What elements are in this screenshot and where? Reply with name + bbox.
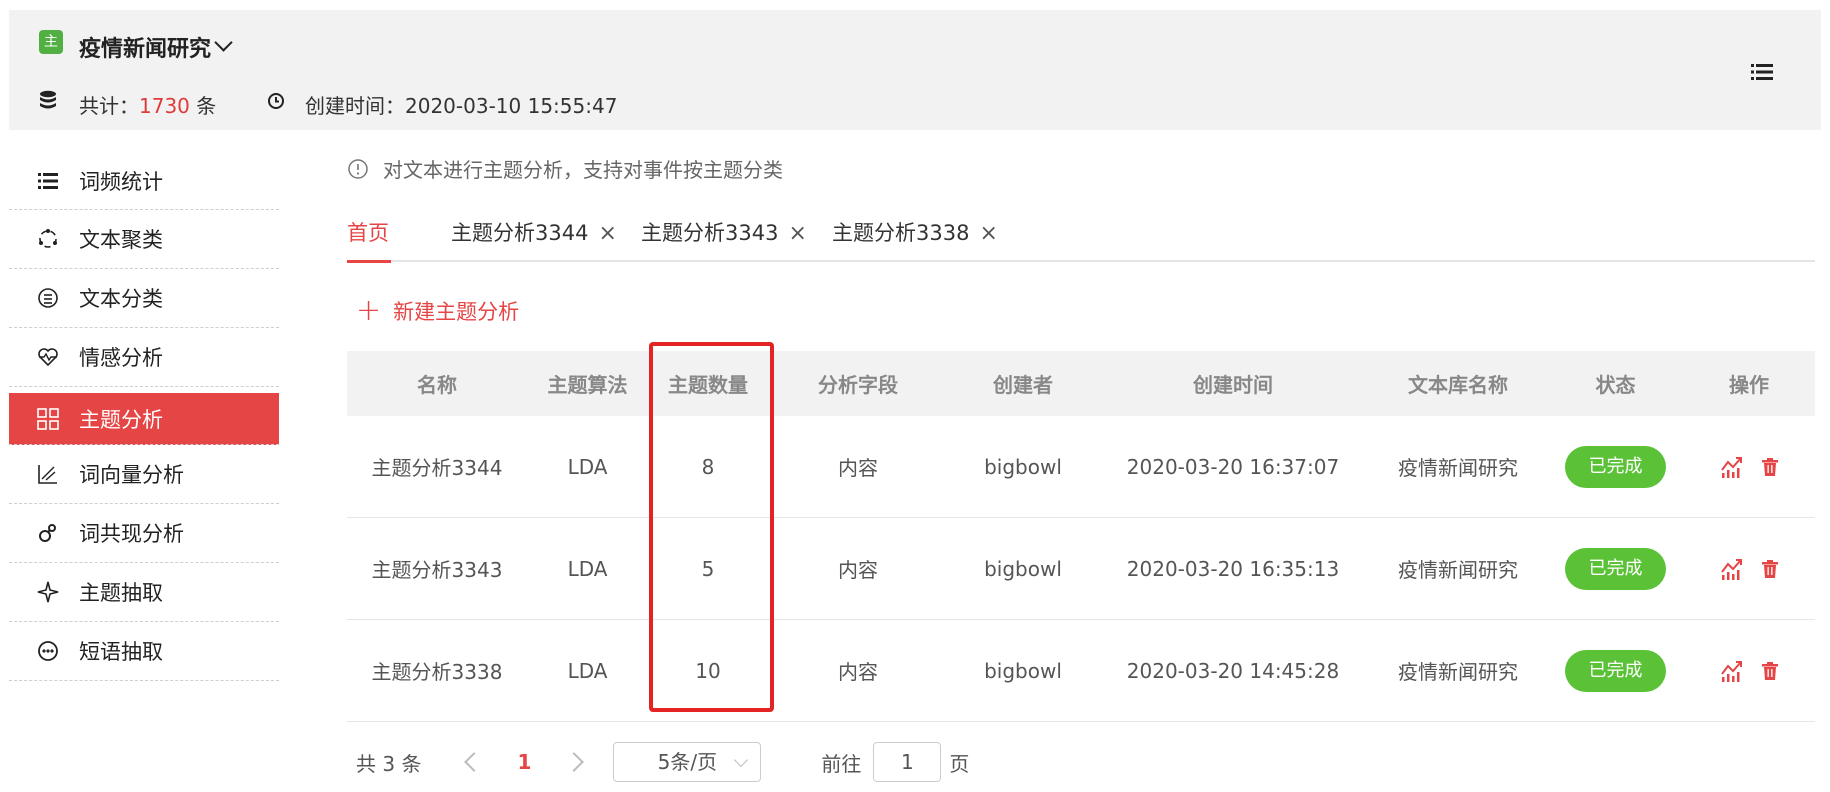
cell-created-time: 2020-03-20 16:37:07: [1126, 454, 1340, 479]
cell-library: 疫情新闻研究: [1398, 558, 1518, 582]
cell-algorithm: LDA: [567, 556, 608, 581]
sidebar: 词频统计 文本聚类 文本分类 情感分析 主题分析 词向量分析 词共现分析 主题抽…: [9, 152, 279, 681]
tab-topic-3343[interactable]: 主题分析3343 ×: [641, 217, 807, 247]
created-time: 创建时间：2020-03-10 15:55:47: [305, 94, 618, 118]
heart-pulse-icon: [38, 348, 58, 367]
cell-creator: bigbowl: [984, 658, 1062, 683]
trend-chart-icon[interactable]: [1720, 456, 1744, 478]
project-header: 主 疫情新闻研究 共计：1730 条 创建时间：2020-03-10 15:55…: [9, 10, 1821, 130]
cell-algorithm: LDA: [567, 658, 608, 683]
page-size-select[interactable]: 5条/页: [613, 742, 762, 782]
column-header[interactable]: 主题数量: [648, 369, 768, 398]
delete-icon[interactable]: [1762, 559, 1778, 578]
trend-chart-icon[interactable]: [1720, 558, 1744, 580]
cell-topic-count: 10: [695, 658, 721, 683]
cell-name: 主题分析3343: [371, 558, 503, 582]
vector-icon: [38, 465, 57, 484]
status-badge: 已完成: [1565, 649, 1666, 692]
column-header[interactable]: 创建者: [948, 369, 1098, 398]
column-header[interactable]: 分析字段: [768, 369, 948, 398]
cell-field: 内容: [838, 558, 878, 582]
cell-topic-count: 5: [701, 556, 715, 581]
chat-face-icon: [38, 641, 58, 661]
delete-icon[interactable]: [1762, 661, 1778, 680]
cluster-icon: [39, 229, 57, 248]
database-icon: [40, 90, 56, 109]
clock-icon: [268, 93, 284, 109]
status-badge: 已完成: [1565, 547, 1666, 590]
status-badge: 已完成: [1565, 445, 1666, 488]
project-name[interactable]: 疫情新闻研究: [79, 31, 211, 63]
sidebar-item-phrase-extraction[interactable]: 短语抽取: [9, 622, 279, 681]
table-row[interactable]: 主题分析3343 LDA 5 内容 bigbowl 2020-03-20 16:…: [347, 518, 1815, 620]
sidebar-item-sentiment-analysis[interactable]: 情感分析: [9, 328, 279, 387]
sidebar-item-word-frequency[interactable]: 词频统计: [9, 152, 279, 210]
record-count-value: 1730: [139, 94, 190, 118]
chevron-down-icon: [734, 752, 749, 768]
cell-field: 内容: [838, 456, 878, 480]
column-header[interactable]: 状态: [1548, 369, 1683, 398]
grid-icon: [37, 407, 59, 430]
cell-created-time: 2020-03-20 14:45:28: [1126, 658, 1340, 683]
info-tip: 对文本进行主题分析，支持对事件按主题分类: [347, 154, 783, 183]
list-icon: [38, 172, 58, 189]
next-page-icon[interactable]: [564, 752, 585, 772]
chevron-down-icon[interactable]: [214, 33, 233, 52]
close-icon[interactable]: ×: [788, 221, 806, 246]
cell-name: 主题分析3344: [371, 456, 503, 480]
cell-creator: bigbowl: [984, 556, 1062, 581]
table-row[interactable]: 主题分析3338 LDA 10 内容 bigbowl 2020-03-20 14…: [347, 620, 1815, 722]
goto-label: 前往: [821, 751, 862, 776]
new-topic-analysis-button[interactable]: + 新建主题分析: [356, 296, 519, 326]
table-header: 名称 主题算法 主题数量 分析字段 创建者 创建时间 文本库名称 状态 操作: [347, 351, 1815, 416]
current-page[interactable]: 1: [517, 750, 531, 774]
column-header[interactable]: 名称: [347, 369, 527, 398]
close-icon[interactable]: ×: [979, 221, 997, 246]
sidebar-item-cooccurrence[interactable]: 词共现分析: [9, 504, 279, 563]
sidebar-item-text-classification[interactable]: 文本分类: [9, 269, 279, 328]
tab-bar: 首页 主题分析3344 × 主题分析3343 × 主题分析3338 ×: [347, 213, 1815, 263]
cell-library: 疫情新闻研究: [1398, 456, 1518, 480]
goto-unit: 页: [949, 751, 970, 776]
list-menu-icon[interactable]: [1751, 63, 1773, 81]
pagination-total: 共 3 条: [356, 751, 422, 776]
classify-icon: [38, 288, 58, 308]
cell-creator: bigbowl: [984, 454, 1062, 479]
column-header: 操作: [1729, 373, 1769, 397]
topic-analysis-table: 名称 主题算法 主题数量 分析字段 创建者 创建时间 文本库名称 状态 操作 主…: [347, 351, 1815, 722]
cooccurrence-icon: [39, 524, 56, 542]
sidebar-item-word-vector[interactable]: 词向量分析: [9, 445, 279, 504]
column-header[interactable]: 文本库名称: [1368, 369, 1548, 398]
active-tab-indicator: [347, 260, 391, 263]
sidebar-item-topic-analysis[interactable]: 主题分析: [9, 393, 279, 445]
project-badge-icon: 主: [39, 30, 63, 54]
record-count: 共计：1730 条: [79, 94, 217, 118]
tab-topic-3344[interactable]: 主题分析3344 ×: [451, 217, 617, 247]
cell-topic-count: 8: [701, 454, 715, 479]
cell-algorithm: LDA: [567, 454, 608, 479]
column-header[interactable]: 主题算法: [527, 369, 648, 398]
sidebar-item-topic-extraction[interactable]: 主题抽取: [9, 563, 279, 622]
info-icon: [348, 158, 368, 179]
table-row[interactable]: 主题分析3344 LDA 8 内容 bigbowl 2020-03-20 16:…: [347, 416, 1815, 518]
tab-topic-3338[interactable]: 主题分析3338 ×: [832, 217, 998, 247]
prev-page-icon[interactable]: [464, 752, 485, 772]
pagination: 共 3 条 1 5条/页 前往 页: [356, 742, 969, 782]
tab-home[interactable]: 首页: [347, 217, 391, 263]
sparkle-icon: [37, 581, 59, 603]
sidebar-item-text-clustering[interactable]: 文本聚类: [9, 210, 279, 269]
plus-icon: +: [356, 293, 382, 328]
column-header[interactable]: 创建时间: [1098, 369, 1368, 398]
trend-chart-icon[interactable]: [1720, 660, 1744, 682]
goto-page-input[interactable]: [873, 742, 942, 782]
close-icon[interactable]: ×: [598, 221, 616, 246]
cell-name: 主题分析3338: [371, 660, 503, 684]
cell-created-time: 2020-03-20 16:35:13: [1126, 556, 1340, 581]
cell-field: 内容: [838, 660, 878, 684]
cell-library: 疫情新闻研究: [1398, 660, 1518, 684]
delete-icon[interactable]: [1762, 457, 1778, 476]
